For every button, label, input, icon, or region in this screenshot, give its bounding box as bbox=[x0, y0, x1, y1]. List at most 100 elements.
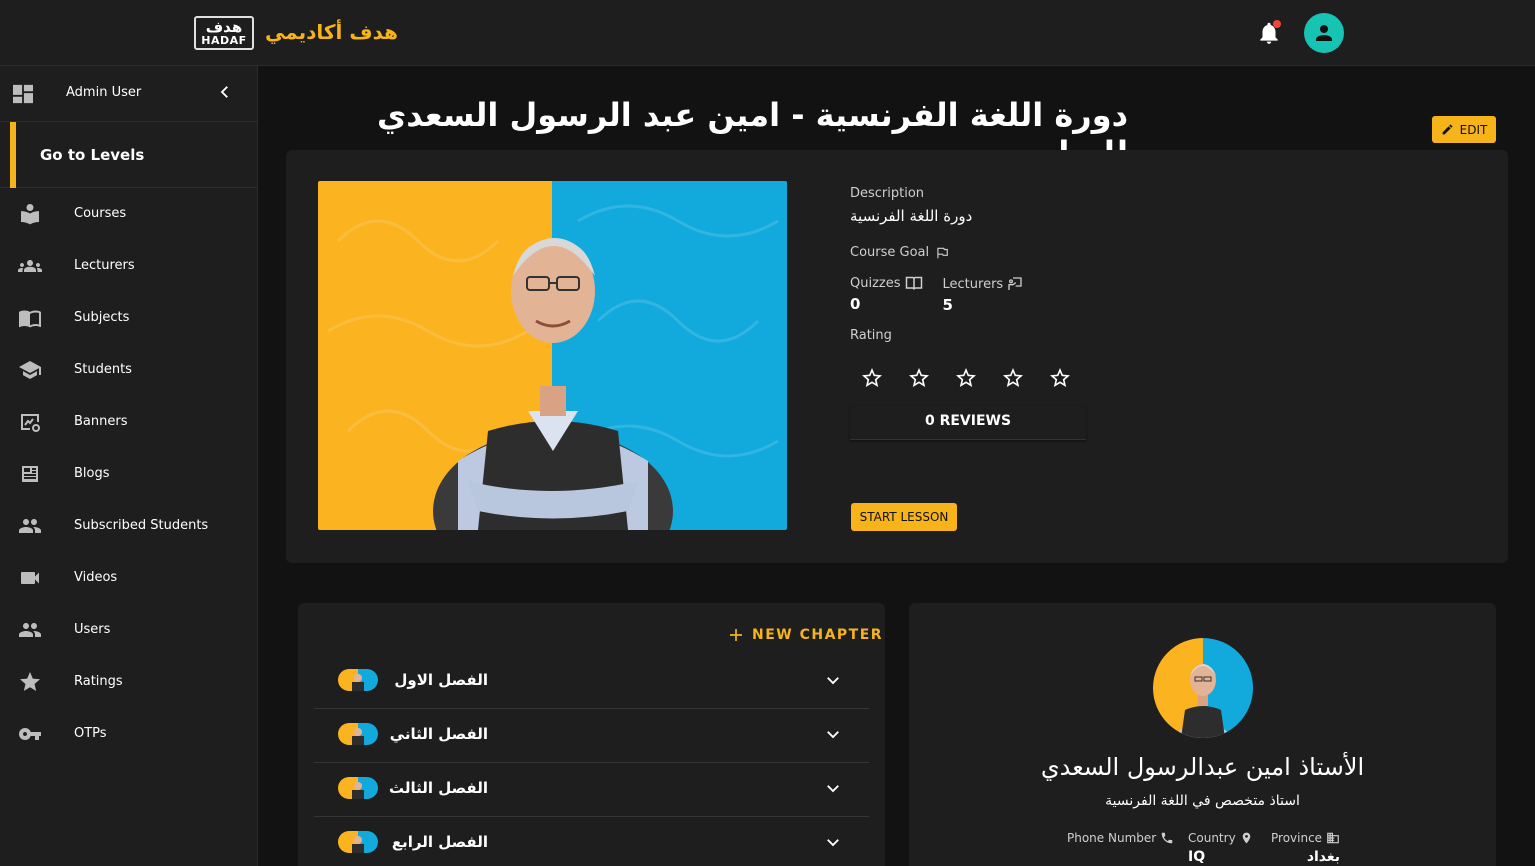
presenter-icon bbox=[1008, 277, 1022, 290]
sidebar-item-lecturers[interactable]: Lecturers bbox=[0, 240, 257, 292]
sidebar-item-banners[interactable]: Banners bbox=[0, 396, 257, 448]
sidebar-item-otps[interactable]: OTPs bbox=[0, 708, 257, 760]
star-outline-icon[interactable] bbox=[954, 366, 978, 390]
chapter-name: الفصل الثاني bbox=[389, 725, 488, 743]
chapter-thumbnail bbox=[338, 723, 378, 745]
quiz-icon bbox=[905, 276, 922, 290]
banner-icon bbox=[21, 414, 40, 432]
rating-stars[interactable] bbox=[860, 366, 1072, 390]
chapter-thumbnail bbox=[338, 669, 378, 691]
country-value: IQ bbox=[1188, 849, 1206, 865]
notification-dot bbox=[1273, 20, 1281, 28]
notifications-bell-icon[interactable] bbox=[1256, 20, 1282, 46]
new-chapter-label: NEW CHAPTER bbox=[752, 627, 884, 643]
sidebar-header: Admin User bbox=[0, 66, 257, 122]
chapter-name: الفصل الثالث bbox=[388, 779, 488, 797]
active-indicator bbox=[10, 122, 16, 188]
location-pin-icon bbox=[1242, 832, 1250, 844]
stats-row: Quizzes 0 Lecturers 5 bbox=[850, 276, 1023, 314]
logo-english-text: HADAF bbox=[201, 34, 247, 47]
sidebar-item-videos[interactable]: Videos bbox=[0, 552, 257, 604]
lecturer-card: الأستاذ امين عبدالرسول السعدي استاذ متخص… bbox=[909, 603, 1496, 866]
dashboard-icon bbox=[13, 84, 33, 104]
rating-label: Rating bbox=[850, 328, 892, 343]
province-field: Province بغداد bbox=[1271, 831, 1340, 865]
chevron-left-icon[interactable] bbox=[216, 83, 234, 101]
videocam-icon bbox=[21, 572, 39, 584]
sidebar-item-label: Courses bbox=[74, 206, 127, 221]
chapter-item[interactable]: الفصل الرابع bbox=[314, 817, 869, 866]
chevron-down-icon[interactable] bbox=[824, 725, 842, 743]
key-icon bbox=[19, 728, 41, 740]
chapter-thumbnail bbox=[338, 777, 378, 799]
person-icon bbox=[1316, 25, 1332, 41]
edit-label: EDIT bbox=[1459, 122, 1488, 137]
brand-name: هدف أكاديمي bbox=[265, 20, 399, 44]
sidebar-item-students[interactable]: Students bbox=[0, 344, 257, 396]
chapter-item[interactable]: الفصل الاول bbox=[314, 655, 869, 709]
account-avatar-button[interactable] bbox=[1304, 13, 1344, 53]
description-value: دورة اللغة الفرنسية bbox=[850, 207, 973, 225]
sidebar-item-subjects[interactable]: Subjects bbox=[0, 292, 257, 344]
start-lesson-button[interactable]: START LESSON bbox=[851, 503, 957, 531]
phone-label: Phone Number bbox=[1067, 831, 1157, 845]
chapter-thumbnail bbox=[338, 831, 378, 853]
top-app-bar: هدف HADAF هدف أكاديمي bbox=[0, 0, 1535, 66]
plus-icon bbox=[730, 629, 742, 641]
lecturers-value: 5 bbox=[942, 296, 953, 314]
course-goal-label: Course Goal bbox=[850, 245, 930, 260]
school-icon bbox=[19, 361, 41, 379]
go-to-levels-link[interactable]: Go to Levels bbox=[0, 122, 257, 188]
sidebar-item-label: Users bbox=[74, 622, 111, 637]
sidebar-item-subscribed-students[interactable]: Subscribed Students bbox=[0, 500, 257, 552]
lecturers-stat: Lecturers 5 bbox=[943, 276, 1024, 314]
chapter-name: الفصل الرابع bbox=[391, 833, 488, 851]
sidebar-item-label: Ratings bbox=[74, 674, 123, 689]
flag-icon bbox=[937, 247, 948, 258]
star-outline-icon[interactable] bbox=[1001, 366, 1025, 390]
new-chapter-button[interactable]: NEW CHAPTER bbox=[728, 627, 883, 643]
province-label: Province bbox=[1271, 831, 1323, 845]
sidebar-item-blogs[interactable]: Blogs bbox=[0, 448, 257, 500]
lecturers-label: Lecturers bbox=[942, 276, 1004, 292]
sidebar-item-label: Banners bbox=[74, 414, 128, 429]
description-label: Description bbox=[850, 186, 925, 201]
sidebar-item-label: Subscribed Students bbox=[74, 518, 209, 533]
country-field: Country IQ bbox=[1188, 831, 1253, 865]
sidebar-item-users[interactable]: Users bbox=[0, 604, 257, 656]
edit-course-button[interactable]: EDIT bbox=[1432, 116, 1496, 143]
sidebar-item-label: Videos bbox=[74, 570, 118, 585]
reviews-count[interactable]: 0 REVIEWS bbox=[850, 406, 1086, 440]
star-icon bbox=[20, 672, 40, 691]
province-value: بغداد bbox=[1306, 849, 1341, 865]
chapter-item[interactable]: الفصل الثاني bbox=[314, 709, 869, 763]
admin-user-name: Admin User bbox=[66, 85, 142, 100]
sidebar-item-courses[interactable]: Courses bbox=[0, 188, 257, 240]
sidebar: Admin User Go to Levels Courses Lecturer… bbox=[0, 66, 258, 866]
lecturer-name: الأستاذ امين عبدالرسول السعدي bbox=[1040, 753, 1365, 781]
people-icon bbox=[19, 519, 41, 533]
chevron-down-icon[interactable] bbox=[824, 671, 842, 689]
group-icon bbox=[18, 260, 42, 272]
course-info: Description دورة اللغة الفرنسية Course G… bbox=[850, 186, 1023, 343]
sidebar-item-label: Lecturers bbox=[74, 258, 135, 273]
newspaper-icon bbox=[22, 466, 38, 482]
quizzes-label: Quizzes bbox=[850, 276, 901, 291]
chevron-down-icon[interactable] bbox=[824, 779, 842, 797]
quizzes-value: 0 bbox=[850, 295, 861, 313]
lecturer-bio: استاذ متخصص في اللغة الفرنسية bbox=[1105, 793, 1300, 809]
star-outline-icon[interactable] bbox=[907, 366, 931, 390]
phone-field: Phone Number bbox=[1067, 831, 1174, 845]
chevron-down-icon[interactable] bbox=[824, 833, 842, 851]
hadaf-logo[interactable]: هدف HADAF bbox=[194, 16, 254, 50]
pencil-icon bbox=[1442, 124, 1453, 135]
chapter-item[interactable]: الفصل الثالث bbox=[314, 763, 869, 817]
country-label: Country bbox=[1188, 831, 1236, 845]
users-icon bbox=[19, 623, 41, 637]
quizzes-stat: Quizzes 0 bbox=[850, 276, 923, 314]
chapters-card: NEW CHAPTER الفصل الاول الفصل الثاني الف… bbox=[298, 603, 885, 866]
star-outline-icon[interactable] bbox=[860, 366, 884, 390]
sidebar-item-ratings[interactable]: Ratings bbox=[0, 656, 257, 708]
star-outline-icon[interactable] bbox=[1048, 366, 1072, 390]
phone-icon bbox=[1161, 832, 1173, 844]
